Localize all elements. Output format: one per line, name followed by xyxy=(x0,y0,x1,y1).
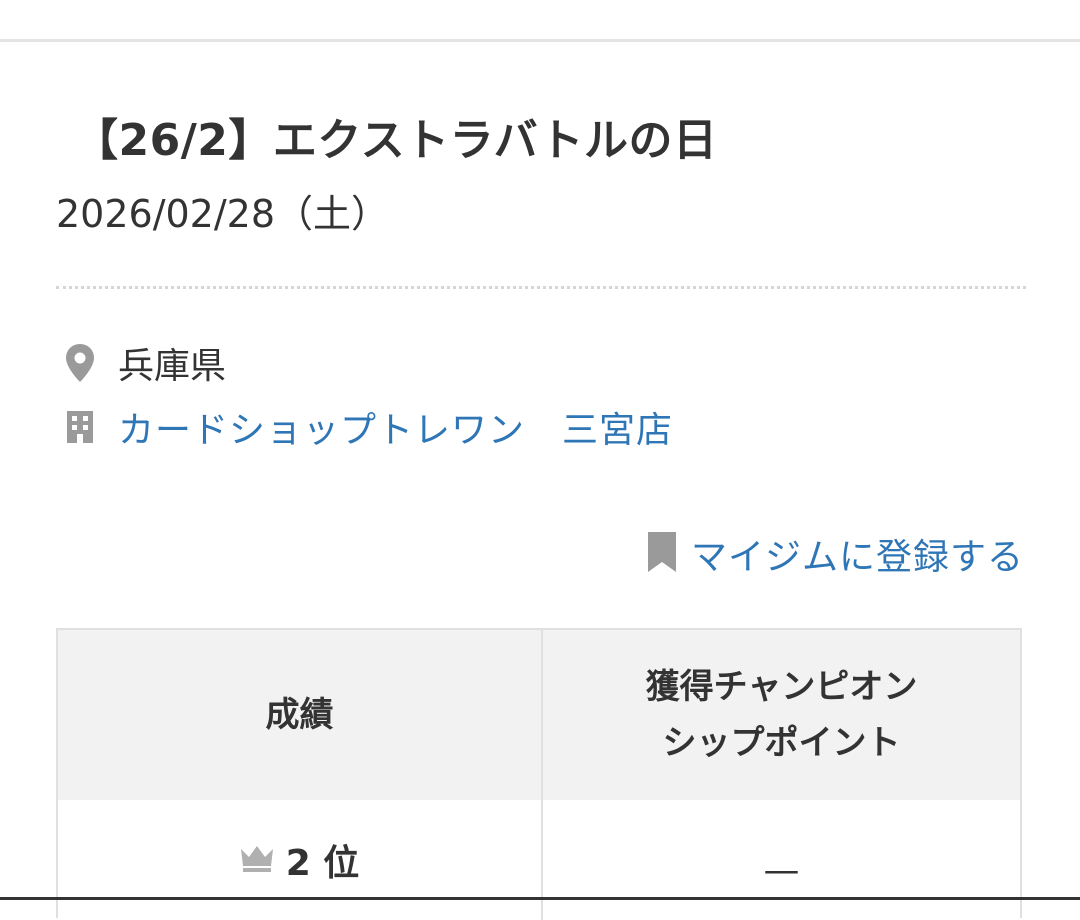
results-table: 成績 獲得チャンピオン シップポイント 2 位 — xyxy=(56,628,1022,920)
points-header-line2: シップポイント xyxy=(662,723,901,763)
crown-icon xyxy=(240,843,274,877)
register-mygym-label: マイジムに登録する xyxy=(690,537,1024,578)
event-date: 2026/02/28（土） xyxy=(56,192,390,236)
points-cell: — xyxy=(543,800,1020,920)
rank-value: 2 位 xyxy=(285,843,360,884)
register-mygym-button[interactable]: マイジムに登録する xyxy=(647,528,1024,580)
points-header-line1: 獲得チャンピオン xyxy=(645,667,918,707)
shop-link[interactable]: カードショップトレワン 三宮店 xyxy=(118,401,673,453)
points-value: — xyxy=(763,850,800,891)
prefecture-row: 兵庫県 xyxy=(60,338,226,388)
table-row: 2 位 — xyxy=(58,800,1020,920)
points-column-header: 獲得チャンピオン シップポイント xyxy=(543,630,1020,800)
prefecture-label: 兵庫県 xyxy=(118,346,227,387)
result-cell: 2 位 xyxy=(58,800,543,920)
map-pin-icon xyxy=(60,343,100,383)
dotted-divider xyxy=(56,286,1026,289)
shop-row: カードショップトレワン 三宮店 xyxy=(60,402,673,452)
top-divider xyxy=(0,39,1080,42)
result-column-header: 成績 xyxy=(58,630,543,800)
table-header: 成績 獲得チャンピオン シップポイント xyxy=(58,630,1020,800)
event-title: 【26/2】エクストラバトルの日 xyxy=(74,115,718,166)
bookmark-icon xyxy=(647,531,677,577)
building-icon xyxy=(60,410,100,444)
